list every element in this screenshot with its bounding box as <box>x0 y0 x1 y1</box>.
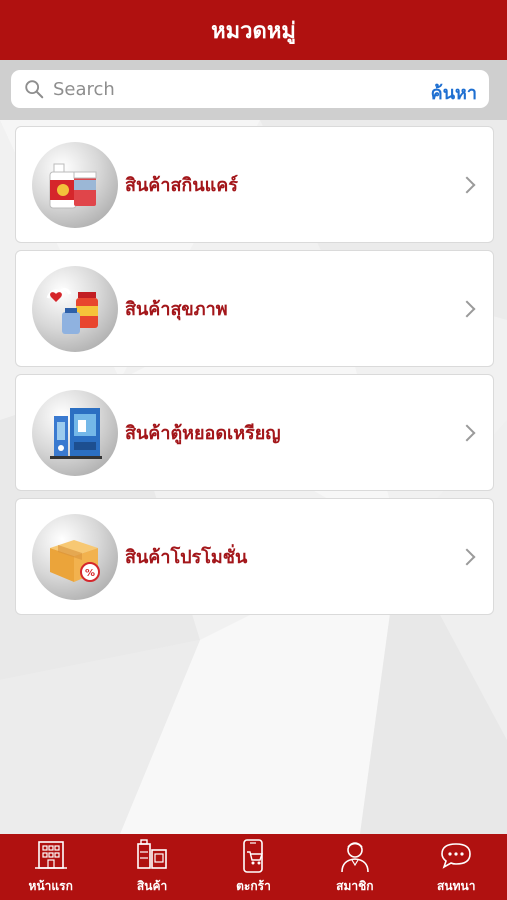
search-box[interactable]: ค้นหา <box>11 70 489 108</box>
tab-products[interactable]: สินค้า <box>102 834 203 900</box>
chevron-right-icon <box>458 424 476 441</box>
tab-label: สินค้า <box>136 879 168 893</box>
chevron-right-icon <box>458 300 476 317</box>
tab-cart[interactable]: ตะกร้า <box>203 834 304 900</box>
tab-label: หน้าแรก <box>28 879 73 893</box>
category-list: สินค้าสกินแคร์ สินค้าสุขภาพ สินค้าตู้หยอ… <box>15 126 494 622</box>
tab-label: สมาชิก <box>336 879 374 893</box>
products-icon <box>137 839 167 869</box>
page-title: หมวดหมู่ <box>211 18 296 44</box>
category-label: สินค้าตู้หยอดเหรียญ <box>125 423 281 444</box>
vending-machine-icon <box>32 389 118 476</box>
app-header: หมวดหมู่ <box>0 0 507 60</box>
category-item-vending[interactable]: สินค้าตู้หยอดเหรียญ <box>15 374 494 491</box>
svg-text:%: % <box>85 568 95 579</box>
tab-label: ตะกร้า <box>236 879 271 893</box>
home-building-icon <box>34 841 67 869</box>
category-item-promotion[interactable]: % สินค้าโปรโมชั่น <box>15 498 494 615</box>
chevron-right-icon <box>458 548 476 565</box>
category-label: สินค้าโปรโมชั่น <box>125 547 248 568</box>
search-button[interactable]: ค้นหา <box>431 78 477 107</box>
search-icon <box>25 80 44 99</box>
tab-home[interactable]: หน้าแรก <box>0 834 101 900</box>
tab-label: สนทนา <box>437 879 476 893</box>
skincare-icon <box>32 141 118 228</box>
category-item-skincare[interactable]: สินค้าสกินแคร์ <box>15 126 494 243</box>
search-bar: ค้นหา <box>0 60 507 120</box>
health-icon <box>32 265 118 352</box>
category-item-health[interactable]: สินค้าสุขภาพ <box>15 250 494 367</box>
category-label: สินค้าสุขภาพ <box>125 299 228 320</box>
tab-member[interactable]: สมาชิก <box>304 834 405 900</box>
chevron-right-icon <box>458 176 476 193</box>
chat-icon <box>441 843 472 869</box>
member-icon <box>341 842 369 873</box>
cart-phone-icon <box>243 839 264 873</box>
promotion-box-icon: % <box>32 513 118 600</box>
category-label: สินค้าสกินแคร์ <box>125 175 238 196</box>
bottom-tab-bar: หน้าแรก สินค้า ตะกร้า สมาชิก สนทนา <box>0 834 507 900</box>
search-input[interactable] <box>53 78 403 100</box>
tab-chat[interactable]: สนทนา <box>406 834 507 900</box>
